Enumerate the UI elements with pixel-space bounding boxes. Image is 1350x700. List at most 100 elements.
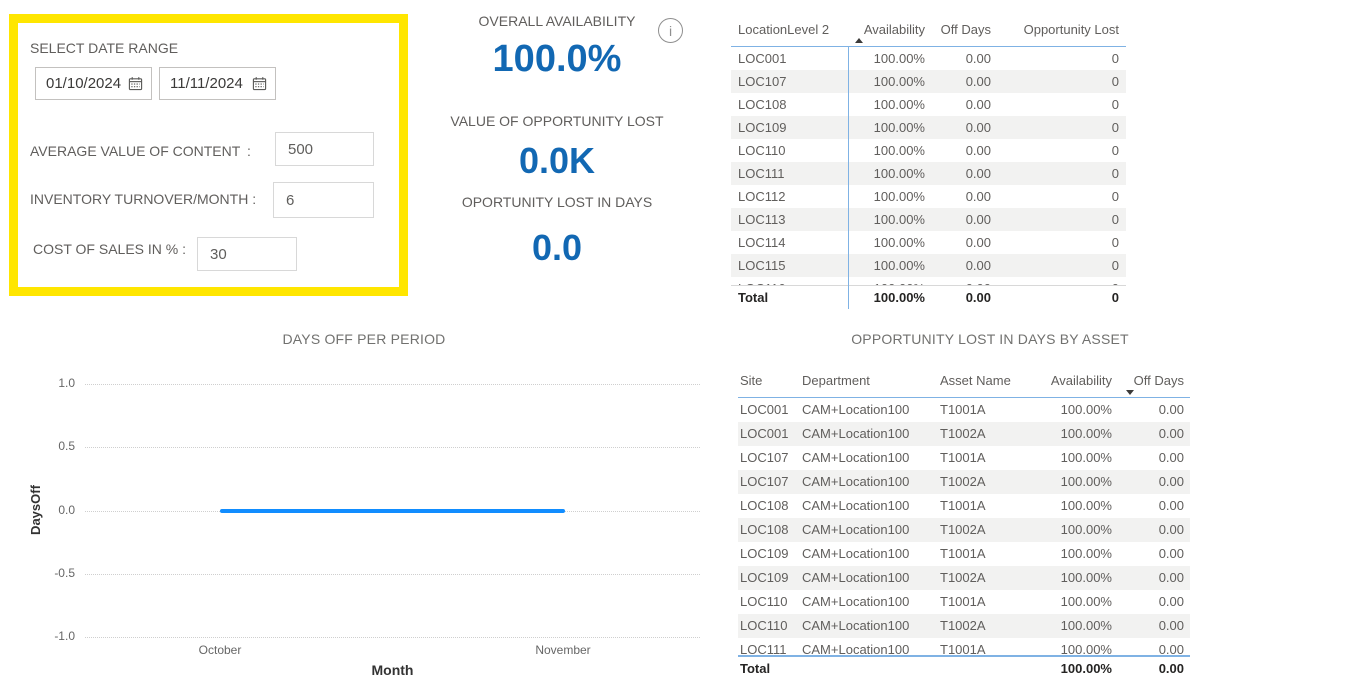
table-cell: 100.00% <box>848 254 932 277</box>
table-cell: T1001A <box>938 590 1020 614</box>
table-cell: 0 <box>998 208 1126 231</box>
calendar-icon[interactable] <box>252 76 267 91</box>
value-opportunity-lost-value: 0.0K <box>407 140 707 182</box>
column-header-site[interactable]: Site <box>738 373 800 397</box>
table-cell: T1001A <box>938 542 1020 566</box>
column-header-offdays[interactable]: Off Days <box>932 22 998 46</box>
table-cell: LOC110 <box>738 590 800 614</box>
date-from-input[interactable]: 01/10/2024 <box>35 67 152 100</box>
asset-table: Site Department Asset Name Availability … <box>738 368 1190 681</box>
location-table-total-row: Total 100.00% 0.00 0 <box>731 285 1126 309</box>
avg-value-colon: : <box>247 143 251 159</box>
table-cell: LOC112 <box>731 185 848 208</box>
table-cell: CAM+Location100 <box>800 470 938 494</box>
table-cell: 100.00% <box>848 208 932 231</box>
column-header-department[interactable]: Department <box>800 373 938 397</box>
column-header-opportunitylost[interactable]: Opportunity Lost <box>998 22 1126 46</box>
x-tick-label-november: November <box>508 643 618 657</box>
table-row[interactable]: LOC111CAM+Location100T1001A100.00%0.00 <box>738 638 1190 655</box>
turnover-input[interactable] <box>273 182 374 218</box>
column-header-availability[interactable]: Availability <box>1020 373 1118 397</box>
table-cell: CAM+Location100 <box>800 422 938 446</box>
table-cell: 0 <box>998 185 1126 208</box>
gridline <box>85 637 700 638</box>
table-cell: 0.00 <box>1118 590 1190 614</box>
table-cell: LOC108 <box>738 518 800 542</box>
table-row[interactable]: LOC110100.00%0.000 <box>731 139 1126 162</box>
y-tick-label: -1.0 <box>31 629 75 643</box>
table-row[interactable]: LOC110CAM+Location100T1002A100.00%0.00 <box>738 614 1190 638</box>
table-cell: LOC113 <box>731 208 848 231</box>
table-row[interactable]: LOC116100.00%0.000 <box>731 277 1126 285</box>
filter-panel: SELECT DATE RANGE 01/10/2024 11/11/2024 <box>9 14 408 296</box>
asset-table-title: OPPORTUNITY LOST IN DAYS BY ASSET <box>760 331 1220 347</box>
table-cell: 100.00% <box>848 116 932 139</box>
table-row[interactable]: LOC108100.00%0.000 <box>731 93 1126 116</box>
table-row[interactable]: LOC107100.00%0.000 <box>731 70 1126 93</box>
table-cell: CAM+Location100 <box>800 398 938 422</box>
table-cell: CAM+Location100 <box>800 542 938 566</box>
chart-title: DAYS OFF PER PERIOD <box>0 331 728 347</box>
y-tick-label: 0.5 <box>31 439 75 453</box>
table-row[interactable]: LOC115100.00%0.000 <box>731 254 1126 277</box>
table-row[interactable]: LOC112100.00%0.000 <box>731 185 1126 208</box>
chart-line-daysoff[interactable] <box>220 509 565 513</box>
total-offdays: 0.00 <box>932 286 998 309</box>
column-header-locationlevel2[interactable]: LocationLevel 2 <box>731 22 848 46</box>
avg-value-input[interactable] <box>275 132 374 166</box>
table-cell: LOC111 <box>738 638 800 655</box>
table-row[interactable]: LOC110CAM+Location100T1001A100.00%0.00 <box>738 590 1190 614</box>
opportunity-lost-days-value: 0.0 <box>407 227 707 269</box>
table-cell: 0.00 <box>932 277 998 285</box>
table-row[interactable]: LOC109100.00%0.000 <box>731 116 1126 139</box>
column-header-assetname[interactable]: Asset Name <box>938 373 1020 397</box>
overall-availability-value: 100.0% <box>407 38 707 81</box>
asset-table-header: Site Department Asset Name Availability … <box>738 368 1190 398</box>
table-cell: T1002A <box>938 470 1020 494</box>
table-cell: 0.00 <box>1118 470 1190 494</box>
table-cell: 100.00% <box>848 185 932 208</box>
table-cell: 0 <box>998 162 1126 185</box>
table-cell: 100.00% <box>848 70 932 93</box>
table-row[interactable]: LOC108CAM+Location100T1001A100.00%0.00 <box>738 494 1190 518</box>
table-row[interactable]: LOC109CAM+Location100T1002A100.00%0.00 <box>738 566 1190 590</box>
asset-table-clipped-row: LOC111CAM+Location100T1001A100.00%0.00 <box>738 638 1190 655</box>
table-row[interactable]: LOC114100.00%0.000 <box>731 231 1126 254</box>
cost-of-sales-input[interactable] <box>197 237 297 271</box>
date-to-input[interactable]: 11/11/2024 <box>159 67 276 100</box>
table-row[interactable]: LOC107CAM+Location100T1002A100.00%0.00 <box>738 470 1190 494</box>
location-table-clipped-row: LOC116100.00%0.000 <box>731 277 1126 285</box>
gridline <box>85 574 700 575</box>
table-row[interactable]: LOC001CAM+Location100T1002A100.00%0.00 <box>738 422 1190 446</box>
cost-of-sales-label: COST OF SALES IN % : <box>33 241 186 257</box>
table-cell: LOC001 <box>738 398 800 422</box>
sort-descending-icon <box>1126 390 1134 395</box>
table-cell: 100.00% <box>848 47 932 70</box>
table-cell: 0.00 <box>1118 566 1190 590</box>
table-cell: 100.00% <box>1020 398 1118 422</box>
y-axis-title: DaysOff <box>28 470 48 550</box>
table-cell: 0.00 <box>1118 614 1190 638</box>
table-cell: T1002A <box>938 566 1020 590</box>
table-cell: 0 <box>998 277 1126 285</box>
table-cell: CAM+Location100 <box>800 494 938 518</box>
table-cell: T1002A <box>938 518 1020 542</box>
table-cell: 100.00% <box>1020 470 1118 494</box>
table-cell: CAM+Location100 <box>800 638 938 655</box>
gridline <box>85 447 700 448</box>
table-cell: LOC116 <box>731 277 848 285</box>
table-cell: 100.00% <box>1020 446 1118 470</box>
table-row[interactable]: LOC001100.00%0.000 <box>731 47 1126 70</box>
table-row[interactable]: LOC107CAM+Location100T1001A100.00%0.00 <box>738 446 1190 470</box>
table-row[interactable]: LOC111100.00%0.000 <box>731 162 1126 185</box>
table-cell: 100.00% <box>1020 518 1118 542</box>
table-cell: 0 <box>998 254 1126 277</box>
table-row[interactable]: LOC113100.00%0.000 <box>731 208 1126 231</box>
table-cell: LOC107 <box>731 70 848 93</box>
table-cell: LOC110 <box>738 614 800 638</box>
table-row[interactable]: LOC001CAM+Location100T1001A100.00%0.00 <box>738 398 1190 422</box>
calendar-icon[interactable] <box>128 76 143 91</box>
table-row[interactable]: LOC109CAM+Location100T1001A100.00%0.00 <box>738 542 1190 566</box>
table-row[interactable]: LOC108CAM+Location100T1002A100.00%0.00 <box>738 518 1190 542</box>
y-tick-label: 1.0 <box>31 376 75 390</box>
